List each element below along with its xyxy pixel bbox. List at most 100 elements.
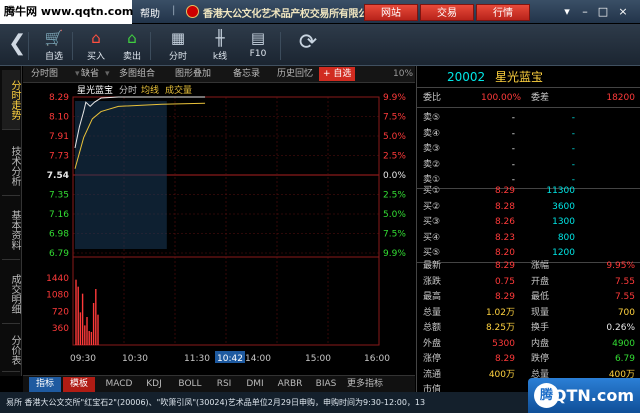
sell-level-label: 卖② (423, 159, 441, 170)
percent-tick-label: 7.5% (383, 230, 406, 240)
timeshare-chart[interactable]: 8.29 8.10 7.91 7.73 7.54 7.35 7.16 6.98 6.79 9.9%… (23, 83, 415, 375)
tab-divider: ▾ (105, 69, 110, 79)
dropdown-icon[interactable]: ▾ (560, 5, 574, 19)
tab-default[interactable]: 缺省 (81, 66, 99, 82)
sell-price: - (511, 128, 515, 139)
tab-more-indicators[interactable]: 更多指标 (345, 377, 385, 392)
price-tick-label: 8.10 (49, 113, 69, 123)
sidetab-timeshare[interactable]: 分时走势 (2, 70, 20, 130)
stat-value: 9.95% (606, 261, 635, 271)
tab-memo[interactable]: 备忘录 (233, 66, 260, 82)
tab-indicator[interactable]: 指标 (29, 377, 61, 392)
nav-quote-button[interactable]: 行情 (476, 4, 530, 21)
tool-cart-button[interactable]: 🛒 自选 (36, 28, 72, 64)
chart-header-vol: 成交量 (165, 84, 192, 96)
buy-row[interactable]: 买① 8.29 11300 (417, 183, 640, 199)
buy-price: 8.28 (494, 201, 515, 212)
zoom-level: 10% (393, 69, 414, 79)
stat-label: 内盘 (531, 338, 550, 349)
tool-label: 卖出 (122, 52, 141, 62)
back-arrow-icon[interactable]: ❮ (8, 32, 26, 56)
sell-volume: - (571, 128, 575, 139)
stat-label: 涨幅 (531, 261, 550, 271)
tab-kdj[interactable]: KDJ (139, 377, 169, 392)
quote-header: 20002 星光蓝宝 (417, 68, 640, 86)
price-tick-label: 6.79 (49, 249, 69, 259)
tool-house-buy-button[interactable]: ⌂ 买入 (78, 28, 114, 64)
tool-label: F10 (249, 49, 267, 59)
buy-volume: 800 (557, 232, 575, 243)
tool-timeshare-chart-button[interactable]: ▦ 分时 (160, 28, 196, 64)
sidetab-price-table[interactable]: 分价表 (2, 328, 20, 372)
price-tick-label: 7.91 (49, 132, 69, 142)
tool-f10-document-button[interactable]: ▤ F10 (240, 28, 276, 64)
sidetab-technical[interactable]: 技术分析 (2, 136, 20, 196)
tab-rsi[interactable]: RSI (211, 377, 237, 392)
time-tick-label: 10:30 (122, 354, 148, 364)
sidetab-basic-info[interactable]: 基本资料 (2, 200, 20, 260)
percent-tick-label: 9.9% (383, 249, 406, 259)
stat-label: 总额 (423, 323, 442, 333)
tab-bias[interactable]: BIAS (311, 377, 341, 392)
buy-level-label: 买① (423, 186, 441, 196)
stock-code: 20002 (447, 70, 486, 84)
stock-name: 星光蓝宝 (495, 70, 544, 84)
percent-tick-label: 2.5% (383, 152, 406, 162)
tab-dmi[interactable]: DMI (241, 377, 269, 392)
percent-tick-label: 5.0% (383, 132, 406, 142)
tab-arbr[interactable]: ARBR (273, 377, 307, 392)
stat-label: 跌停 (531, 354, 550, 364)
tab-macd[interactable]: MACD (101, 377, 137, 392)
sell-row[interactable]: 卖⑤ - - (417, 110, 640, 126)
buy-row[interactable]: 买③ 8.26 1300 (417, 214, 640, 230)
tool-label: 买入 (86, 52, 105, 62)
tool-house-sell-button[interactable]: ⌂ 卖出 (114, 28, 150, 64)
watermark-text: 腾牛网 www.qqtn.com (0, 0, 133, 24)
add-watchlist-button[interactable]: + 自选 (319, 67, 356, 81)
tab-overlay[interactable]: 图形叠加 (175, 66, 211, 82)
price-tick-label: 7.16 (49, 210, 69, 220)
price-tick-label: 7.35 (49, 191, 69, 201)
tab-divider: ▾ (75, 69, 80, 79)
sell-price: - (511, 113, 515, 123)
tab-boll[interactable]: BOLL (173, 377, 207, 392)
sell-row[interactable]: 卖④ - - (417, 126, 640, 142)
stat-value: 8.29 (494, 354, 515, 364)
stat-value: 400万 (488, 369, 515, 380)
stat-row: 总量 1.02万 现量 700 (417, 305, 640, 321)
tab-timeshare-chart[interactable]: 分时图 (31, 66, 58, 82)
minimize-icon[interactable]: – (578, 5, 592, 19)
nav-trade-button[interactable]: 交易 (420, 4, 474, 21)
sell-row[interactable]: 卖② - - (417, 157, 640, 173)
tool-kline-button[interactable]: ╫ k线 (202, 28, 238, 64)
title-bar: 腾牛网 www.qqtn.com 帮助 | 香港大公文化艺术品产权交易所有限公司… (0, 0, 640, 24)
stat-row: 外盘 5300 内盘 4900 (417, 336, 640, 352)
sidetab-trade-detail[interactable]: 成交明细 (2, 264, 20, 324)
volume-tick-label: 1080 (46, 291, 69, 301)
tab-multi-chart[interactable]: 多图组合 (119, 66, 155, 82)
kline-icon: ╫ (215, 29, 225, 47)
maximize-icon[interactable]: □ (596, 5, 610, 19)
buy-row[interactable]: 买② 8.28 3600 (417, 199, 640, 215)
tool-refresh-button[interactable]: ⟳ (290, 28, 326, 64)
stat-label: 最高 (423, 292, 442, 302)
nav-website-button[interactable]: 网站 (364, 4, 418, 21)
quote-panel: 20002 星光蓝宝 委比 100.00% 委差 18200 卖⑤ - - 卖④ - - 卖… (416, 66, 640, 395)
sell-level-label: 卖④ (423, 128, 441, 139)
tab-history[interactable]: 历史回忆 (277, 66, 313, 82)
help-menu[interactable]: 帮助 (140, 5, 160, 20)
stat-value: 7.55 (614, 276, 635, 287)
percent-tick-label: 9.9% (383, 93, 406, 103)
tab-template[interactable]: 模板 (63, 377, 95, 392)
sell-price: - (511, 159, 515, 170)
buy-row[interactable]: 买④ 8.23 800 (417, 230, 640, 246)
stat-label: 换手 (531, 323, 550, 333)
volume-tick-label: 720 (52, 307, 69, 317)
sell-row[interactable]: 卖③ - - (417, 141, 640, 157)
stat-value: 1.02万 (485, 307, 515, 318)
sell-price: - (511, 144, 515, 154)
stat-value: 4900 (612, 338, 635, 349)
close-icon[interactable]: × (616, 5, 630, 19)
weicha-value: 18200 (606, 93, 635, 103)
stat-label: 最新 (423, 261, 442, 271)
